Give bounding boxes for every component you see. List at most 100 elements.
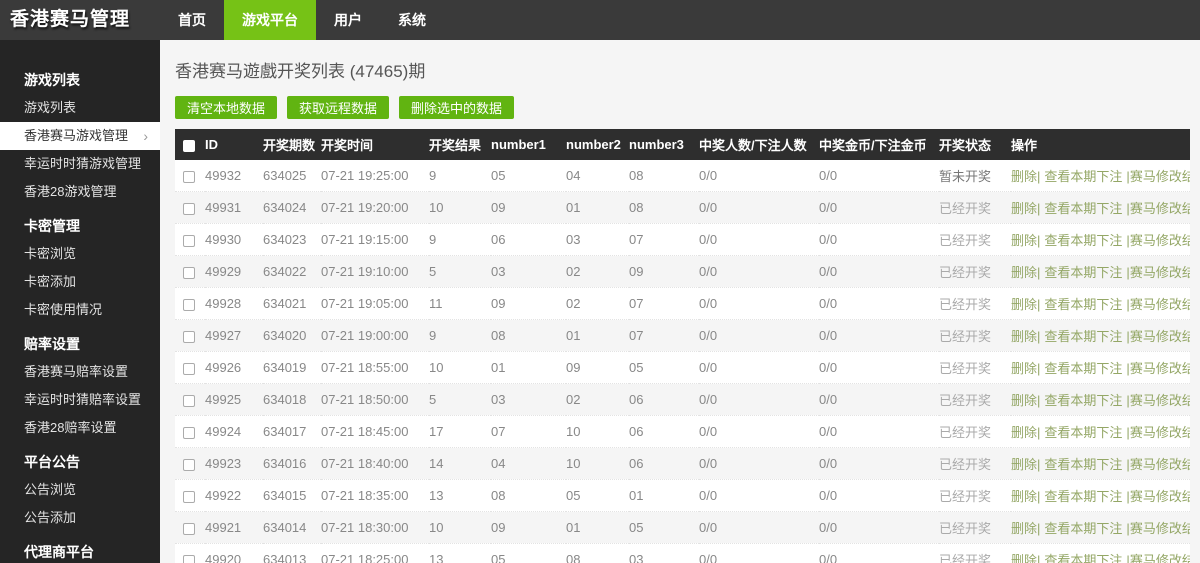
- edit-result-link[interactable]: 赛马修改结果: [1130, 201, 1190, 216]
- sidebar-item[interactable]: 公告添加: [0, 504, 160, 532]
- cell-winners: 0/0: [699, 192, 819, 224]
- sidebar-item[interactable]: 幸运时时猜赔率设置: [0, 386, 160, 414]
- view-bets-link[interactable]: 查看本期下注: [1044, 521, 1122, 536]
- edit-result-link[interactable]: 赛马修改结果: [1130, 393, 1190, 408]
- row-checkbox[interactable]: [183, 363, 195, 375]
- row-checkbox[interactable]: [183, 331, 195, 343]
- nav-item-2[interactable]: 用户: [316, 0, 380, 40]
- sidebar-item[interactable]: 卡密添加: [0, 268, 160, 296]
- table-row: 4992863402107-21 19:05:00110902070/00/0已…: [175, 288, 1190, 320]
- sidebar-item[interactable]: 幸运时时猜游戏管理: [0, 150, 160, 178]
- nav-item-1[interactable]: 游戏平台: [224, 0, 316, 40]
- cell-period: 634020: [263, 320, 321, 352]
- cell-period: 634024: [263, 192, 321, 224]
- row-checkbox[interactable]: [183, 459, 195, 471]
- edit-result-link[interactable]: 赛马修改结果: [1130, 361, 1190, 376]
- cell-n3: 06: [629, 416, 699, 448]
- view-bets-link[interactable]: 查看本期下注: [1044, 393, 1122, 408]
- cell-id: 49921: [205, 512, 263, 544]
- sidebar-item[interactable]: 香港28赔率设置: [0, 414, 160, 442]
- edit-result-link[interactable]: 赛马修改结果: [1130, 521, 1190, 536]
- row-checkbox[interactable]: [183, 235, 195, 247]
- delete-link[interactable]: 删除: [1011, 297, 1037, 312]
- cell-actions: 删除|查看本期下注|赛马修改结果: [1011, 512, 1190, 544]
- cell-n2: 01: [566, 320, 629, 352]
- delete-link[interactable]: 删除: [1011, 201, 1037, 216]
- edit-result-link[interactable]: 赛马修改结果: [1130, 457, 1190, 472]
- delete-link[interactable]: 删除: [1011, 457, 1037, 472]
- sidebar-item[interactable]: 卡密使用情况: [0, 296, 160, 324]
- table-row: 4992363401607-21 18:40:00140410060/00/0已…: [175, 448, 1190, 480]
- cell-status: 已经开奖: [939, 320, 1011, 352]
- clear-local-data-button[interactable]: 清空本地数据: [175, 96, 277, 119]
- delete-link[interactable]: 删除: [1011, 425, 1037, 440]
- sidebar-item[interactable]: 游戏列表: [0, 94, 160, 122]
- delete-link[interactable]: 删除: [1011, 169, 1037, 184]
- row-checkbox[interactable]: [183, 203, 195, 215]
- cell-winners: 0/0: [699, 320, 819, 352]
- edit-result-link[interactable]: 赛马修改结果: [1130, 489, 1190, 504]
- view-bets-link[interactable]: 查看本期下注: [1044, 457, 1122, 472]
- cell-winners: 0/0: [699, 384, 819, 416]
- nav-item-0[interactable]: 首页: [160, 0, 224, 40]
- sidebar-item[interactable]: 香港赛马赔率设置: [0, 358, 160, 386]
- row-checkbox[interactable]: [183, 555, 195, 563]
- sidebar-item[interactable]: 香港赛马游戏管理›: [0, 122, 160, 150]
- edit-result-link[interactable]: 赛马修改结果: [1130, 265, 1190, 280]
- row-checkbox[interactable]: [183, 171, 195, 183]
- nav-item-3[interactable]: 系统: [380, 0, 444, 40]
- row-checkbox[interactable]: [183, 427, 195, 439]
- sidebar-item[interactable]: 公告浏览: [0, 476, 160, 504]
- row-checkbox[interactable]: [183, 491, 195, 503]
- edit-result-link[interactable]: 赛马修改结果: [1130, 553, 1190, 563]
- row-checkbox[interactable]: [183, 395, 195, 407]
- delete-link[interactable]: 删除: [1011, 489, 1037, 504]
- sidebar-item[interactable]: 香港28游戏管理: [0, 178, 160, 206]
- edit-result-link[interactable]: 赛马修改结果: [1130, 329, 1190, 344]
- delete-link[interactable]: 删除: [1011, 553, 1037, 563]
- delete-link[interactable]: 删除: [1011, 329, 1037, 344]
- view-bets-link[interactable]: 查看本期下注: [1044, 553, 1122, 563]
- view-bets-link[interactable]: 查看本期下注: [1044, 425, 1122, 440]
- edit-result-link[interactable]: 赛马修改结果: [1130, 233, 1190, 248]
- sidebar-item-label: 公告添加: [24, 510, 76, 525]
- cell-status: 已经开奖: [939, 416, 1011, 448]
- cell-winners: 0/0: [699, 512, 819, 544]
- view-bets-link[interactable]: 查看本期下注: [1044, 201, 1122, 216]
- view-bets-link[interactable]: 查看本期下注: [1044, 361, 1122, 376]
- action-separator: |: [1037, 521, 1040, 536]
- action-separator: |: [1037, 297, 1040, 312]
- cell-status: 已经开奖: [939, 256, 1011, 288]
- edit-result-link[interactable]: 赛马修改结果: [1130, 297, 1190, 312]
- edit-result-link[interactable]: 赛马修改结果: [1130, 425, 1190, 440]
- fetch-remote-data-button[interactable]: 获取远程数据: [287, 96, 389, 119]
- edit-result-link[interactable]: 赛马修改结果: [1130, 169, 1190, 184]
- cell-result: 10: [429, 192, 491, 224]
- view-bets-link[interactable]: 查看本期下注: [1044, 297, 1122, 312]
- cell-result: 9: [429, 160, 491, 192]
- row-checkbox[interactable]: [183, 523, 195, 535]
- delete-link[interactable]: 删除: [1011, 265, 1037, 280]
- view-bets-link[interactable]: 查看本期下注: [1044, 233, 1122, 248]
- sidebar-item[interactable]: 卡密浏览: [0, 240, 160, 268]
- row-select-cell: [175, 544, 205, 563]
- delete-link[interactable]: 删除: [1011, 361, 1037, 376]
- view-bets-link[interactable]: 查看本期下注: [1044, 329, 1122, 344]
- cell-n2: 02: [566, 288, 629, 320]
- cell-actions: 删除|查看本期下注|赛马修改结果: [1011, 352, 1190, 384]
- delete-selected-button[interactable]: 删除选中的数据: [399, 96, 514, 119]
- delete-link[interactable]: 删除: [1011, 233, 1037, 248]
- view-bets-link[interactable]: 查看本期下注: [1044, 489, 1122, 504]
- cell-result: 10: [429, 512, 491, 544]
- cell-status: 已经开奖: [939, 448, 1011, 480]
- view-bets-link[interactable]: 查看本期下注: [1044, 265, 1122, 280]
- select-all-checkbox[interactable]: [183, 140, 195, 152]
- row-checkbox[interactable]: [183, 267, 195, 279]
- delete-link[interactable]: 删除: [1011, 393, 1037, 408]
- row-select-cell: [175, 224, 205, 256]
- cell-id: 49923: [205, 448, 263, 480]
- delete-link[interactable]: 删除: [1011, 521, 1037, 536]
- row-checkbox[interactable]: [183, 299, 195, 311]
- cell-time: 07-21 18:35:00: [321, 480, 429, 512]
- view-bets-link[interactable]: 查看本期下注: [1044, 169, 1122, 184]
